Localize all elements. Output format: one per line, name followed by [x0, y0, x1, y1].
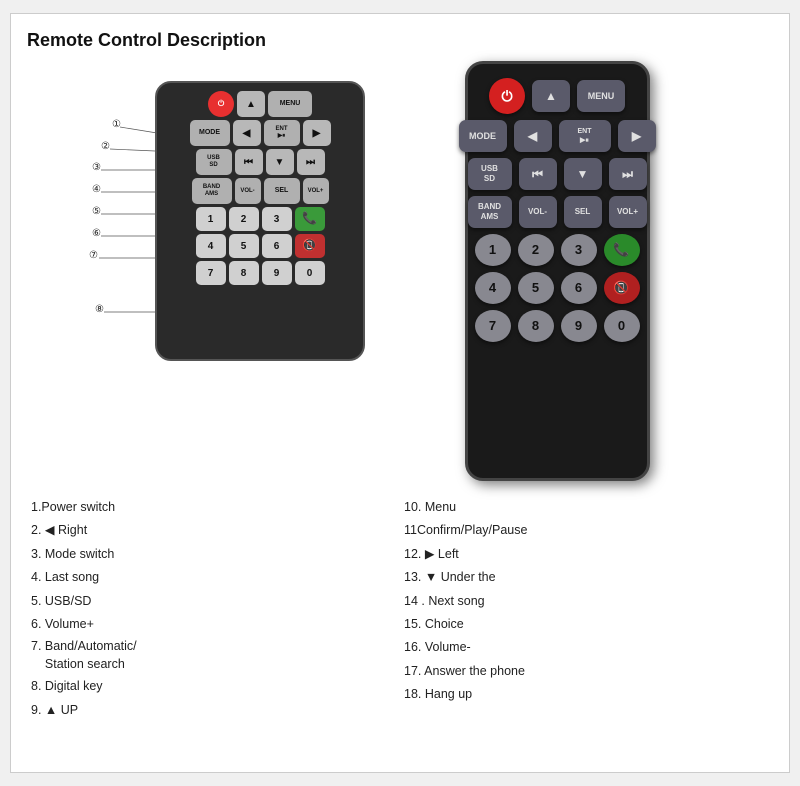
rb-1: 1 — [475, 234, 511, 266]
diag-band: BANDAMS — [192, 178, 232, 204]
diag-prev: ⏮ — [235, 149, 263, 175]
desc-6: 6. Volume+ — [31, 614, 396, 635]
desc-9: 9. ▲ UP — [31, 700, 396, 721]
desc-1: 1.Power switch — [31, 497, 396, 518]
rb-power: ⏻ — [489, 78, 525, 114]
rb-7: 7 — [475, 310, 511, 342]
diag-2: 2 — [229, 207, 259, 231]
rb-9: 9 — [561, 310, 597, 342]
desc-15: 15. Choice — [404, 614, 769, 635]
remote-body: ⏻ ▲ MENU MODE ◀ ENT▶⏸ ▶ USBSD ⏮ ▼ ⏭ — [465, 61, 650, 481]
diag-usb: USBSD — [196, 149, 232, 175]
diag-power: ⏻ — [208, 91, 234, 117]
diag-mode: MODE — [190, 120, 230, 146]
diag-9: 9 — [262, 261, 292, 285]
desc-18: 18. Hang up — [404, 684, 769, 705]
page-title: Remote Control Description — [27, 30, 773, 51]
rb-6: 6 — [561, 272, 597, 304]
desc-11: 11Confirm/Play/Pause — [404, 520, 769, 541]
rb-left-arrow: ◀ — [514, 120, 552, 152]
rb-row-7: 7 8 9 0 — [475, 310, 640, 342]
rb-row-2: MODE ◀ ENT▶⏸ ▶ — [459, 120, 656, 152]
desc-8: 8. Digital key — [31, 676, 396, 697]
diag-1: 1 — [196, 207, 226, 231]
rb-usb: USBSD — [468, 158, 512, 190]
rb-5: 5 — [518, 272, 554, 304]
diag-hangup: 📵 — [295, 234, 325, 258]
rb-0: 0 — [604, 310, 640, 342]
diag-row-3: USBSD ⏮ ▼ ⏭ — [196, 149, 325, 175]
desc-13: 13. ▼ Under the — [404, 567, 769, 588]
rb-4: 4 — [475, 272, 511, 304]
diagram-wrapper: ① ② ③ ④ ⑤ ⑥ ⑦ ⑧ 9 10 11 12 13 14 15 16 1… — [47, 61, 427, 421]
rb-sel: SEL — [564, 196, 602, 228]
rb-next: ⏭ — [609, 158, 647, 190]
diag-answer: 📞 — [295, 207, 325, 231]
desc-col-right: 10. Menu 11Confirm/Play/Pause 12. ▶ Left… — [400, 497, 773, 721]
diag-0: 0 — [295, 261, 325, 285]
diag-sel: SEL — [264, 178, 300, 204]
desc-16: 16. Volume- — [404, 637, 769, 658]
rb-row-4: BANDAMS VOL- SEL VOL+ — [468, 196, 647, 228]
rb-band: BANDAMS — [468, 196, 512, 228]
diagram-section: ① ② ③ ④ ⑤ ⑥ ⑦ ⑧ 9 10 11 12 13 14 15 16 1… — [27, 61, 447, 481]
main-container: Remote Control Description ① ② ③ ④ ⑤ ⑥ ⑦… — [10, 13, 790, 773]
rb-volminus: VOL- — [519, 196, 557, 228]
rb-3: 3 — [561, 234, 597, 266]
diag-row-2: MODE ◀ ENT▶⏸ ▶ — [190, 120, 331, 146]
desc-12: 12. ▶ Left — [404, 544, 769, 565]
remote-photo: ⏻ ▲ MENU MODE ◀ ENT▶⏸ ▶ USBSD ⏮ ▼ ⏭ — [457, 61, 657, 481]
rb-8: 8 — [518, 310, 554, 342]
rb-ent: ENT▶⏸ — [559, 120, 611, 152]
rb-prev: ⏮ — [519, 158, 557, 190]
desc-7: 7. Band/Automatic/ Station search — [31, 637, 396, 674]
rb-mode: MODE — [459, 120, 507, 152]
diag-right: ▶ — [303, 120, 331, 146]
diag-row-1: ⏻ ▲ MENU — [208, 91, 312, 117]
diag-3: 3 — [262, 207, 292, 231]
diag-ent: ENT▶⏸ — [264, 120, 300, 146]
remote-diagram: ⏻ ▲ MENU MODE ◀ ENT▶⏸ ▶ USBSD ⏮ — [155, 81, 365, 361]
rb-row-1: ⏻ ▲ MENU — [489, 78, 625, 114]
descriptions: 1.Power switch 2. ◀ Right 3. Mode switch… — [27, 497, 773, 721]
desc-2: 2. ◀ Right — [31, 520, 396, 541]
rb-row-5: 1 2 3 📞 — [475, 234, 640, 266]
rb-hangup: 📵 — [604, 272, 640, 304]
diag-6: 6 — [262, 234, 292, 258]
desc-col-left: 1.Power switch 2. ◀ Right 3. Mode switch… — [27, 497, 400, 721]
diag-5: 5 — [229, 234, 259, 258]
diag-menu: MENU — [268, 91, 312, 117]
rb-menu: MENU — [577, 80, 625, 112]
diag-up: ▲ — [237, 91, 265, 117]
rb-row-6: 4 5 6 📵 — [475, 272, 640, 304]
desc-10: 10. Menu — [404, 497, 769, 518]
diag-row-5: 1 2 3 📞 — [196, 207, 325, 231]
desc-17: 17. Answer the phone — [404, 661, 769, 682]
diag-volminus: VOL- — [235, 178, 261, 204]
rb-2: 2 — [518, 234, 554, 266]
diag-4: 4 — [196, 234, 226, 258]
top-section: ① ② ③ ④ ⑤ ⑥ ⑦ ⑧ 9 10 11 12 13 14 15 16 1… — [27, 61, 773, 481]
rb-answer: 📞 — [604, 234, 640, 266]
diag-row-7: 7 8 9 0 — [196, 261, 325, 285]
rb-volplus: VOL+ — [609, 196, 647, 228]
diag-7: 7 — [196, 261, 226, 285]
desc-4: 4. Last song — [31, 567, 396, 588]
diag-volplus: VOL+ — [303, 178, 329, 204]
diag-down: ▼ — [266, 149, 294, 175]
diag-next: ⏭ — [297, 149, 325, 175]
diag-left: ◀ — [233, 120, 261, 146]
diag-row-4: BANDAMS VOL- SEL VOL+ — [192, 178, 329, 204]
desc-3: 3. Mode switch — [31, 544, 396, 565]
diag-row-6: 4 5 6 📵 — [196, 234, 325, 258]
rb-down-arrow: ▼ — [564, 158, 602, 190]
rb-up: ▲ — [532, 80, 570, 112]
desc-5: 5. USB/SD — [31, 591, 396, 612]
rb-row-3: USBSD ⏮ ▼ ⏭ — [468, 158, 647, 190]
diag-8: 8 — [229, 261, 259, 285]
rb-right-arrow: ▶ — [618, 120, 656, 152]
desc-14: 14 . Next song — [404, 591, 769, 612]
